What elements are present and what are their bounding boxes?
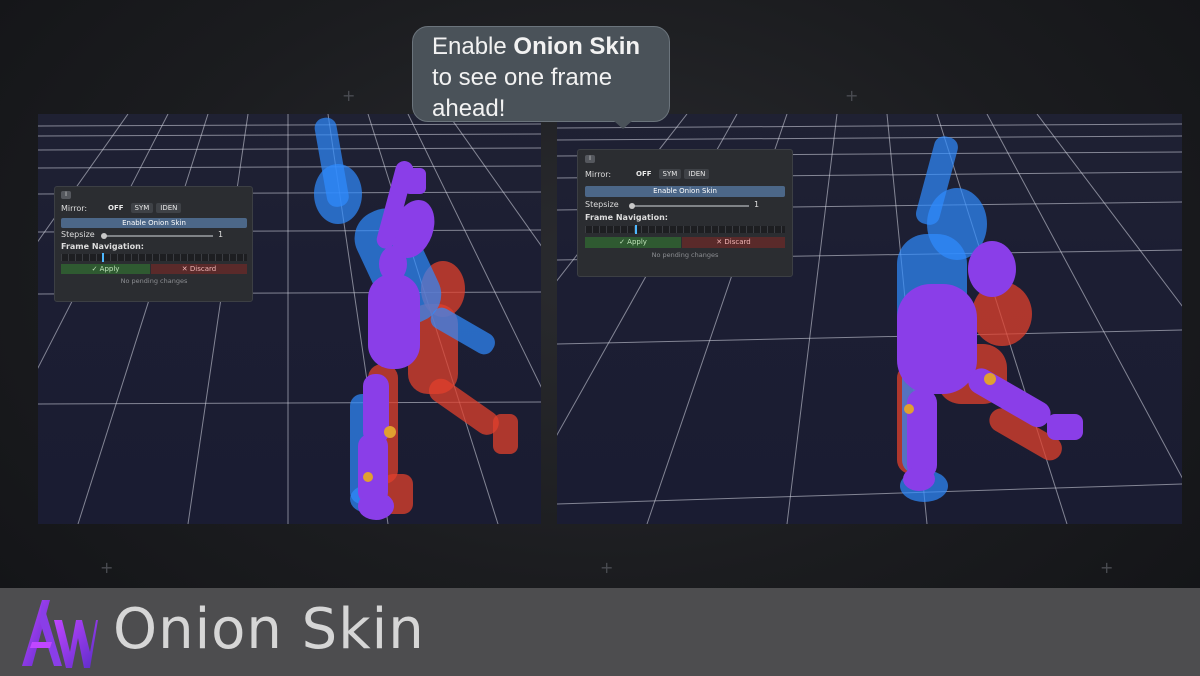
mirror-off-button[interactable]: OFF [104, 203, 128, 213]
viewport-right[interactable]: I Mirror: OFF SYM IDEN Enable Onion Skin… [557, 114, 1182, 524]
frame-playhead[interactable] [635, 225, 637, 234]
frame-playhead[interactable] [102, 253, 104, 262]
callout-line-3: ahead! [432, 95, 506, 122]
background-crosshair: + [342, 86, 356, 105]
apply-button[interactable]: ✓ Apply [585, 237, 681, 248]
stepsize-value: 1 [754, 200, 760, 209]
mirror-label: Mirror: [61, 203, 88, 213]
stepsize-slider-knob[interactable] [101, 233, 107, 239]
background-crosshair: + [845, 86, 859, 105]
stepsize-slider[interactable] [631, 205, 749, 207]
pending-status: No pending changes [120, 277, 188, 285]
frame-navigation-label: Frame Navigation: [61, 242, 144, 251]
mirror-iden-button[interactable]: IDEN [684, 169, 710, 179]
stepsize-label: Stepsize [585, 200, 619, 209]
footer-title: Onion Skin [113, 597, 425, 662]
frame-timeline[interactable] [585, 226, 785, 233]
character-figure[interactable] [38, 114, 541, 524]
mirror-sym-button[interactable]: SYM [658, 169, 682, 179]
tool-panel-left: I Mirror: OFF SYM IDEN Enable Onion Skin… [54, 186, 253, 302]
panel-header-icon[interactable]: I [585, 155, 595, 163]
panel-header-icon[interactable]: I [61, 191, 71, 199]
frame-navigation-label: Frame Navigation: [585, 213, 668, 222]
background-crosshair: + [600, 558, 614, 577]
callout-line-1: Enable Onion Skin [432, 31, 669, 62]
apply-button[interactable]: ✓ Apply [61, 264, 150, 274]
stepsize-value: 1 [218, 230, 224, 239]
pending-status: No pending changes [651, 251, 719, 259]
frame-timeline[interactable] [61, 254, 247, 261]
callout-highlight: Onion Skin [513, 33, 641, 60]
tool-panel-right: I Mirror: OFF SYM IDEN Enable Onion Skin… [577, 149, 793, 277]
stepsize-label: Stepsize [61, 230, 95, 239]
enable-onion-skin-button[interactable]: Enable Onion Skin [585, 186, 785, 197]
discard-button[interactable]: ✕ Discard [151, 264, 247, 274]
viewport-left[interactable]: I Mirror: OFF SYM IDEN Enable Onion Skin… [38, 114, 541, 524]
callout-tail [614, 121, 632, 129]
stepsize-slider-knob[interactable] [629, 203, 635, 209]
discard-button[interactable]: ✕ Discard [682, 237, 785, 248]
aw-logo-icon [22, 600, 98, 668]
mirror-sym-button[interactable]: SYM [130, 203, 154, 213]
footer-bar: Onion Skin [0, 588, 1200, 676]
background-crosshair: + [100, 558, 114, 577]
callout-prefix: Enable [432, 33, 514, 60]
background-crosshair: + [1100, 558, 1114, 577]
mirror-label: Mirror: [585, 169, 612, 179]
enable-onion-skin-button[interactable]: Enable Onion Skin [61, 218, 247, 228]
mirror-off-button[interactable]: OFF [632, 169, 656, 179]
mirror-iden-button[interactable]: IDEN [156, 203, 182, 213]
callout-line-2: to see one frame [432, 64, 613, 91]
callout-bubble: Enable Onion Skin to see one frame ahead… [412, 26, 670, 122]
stepsize-slider[interactable] [103, 235, 213, 237]
